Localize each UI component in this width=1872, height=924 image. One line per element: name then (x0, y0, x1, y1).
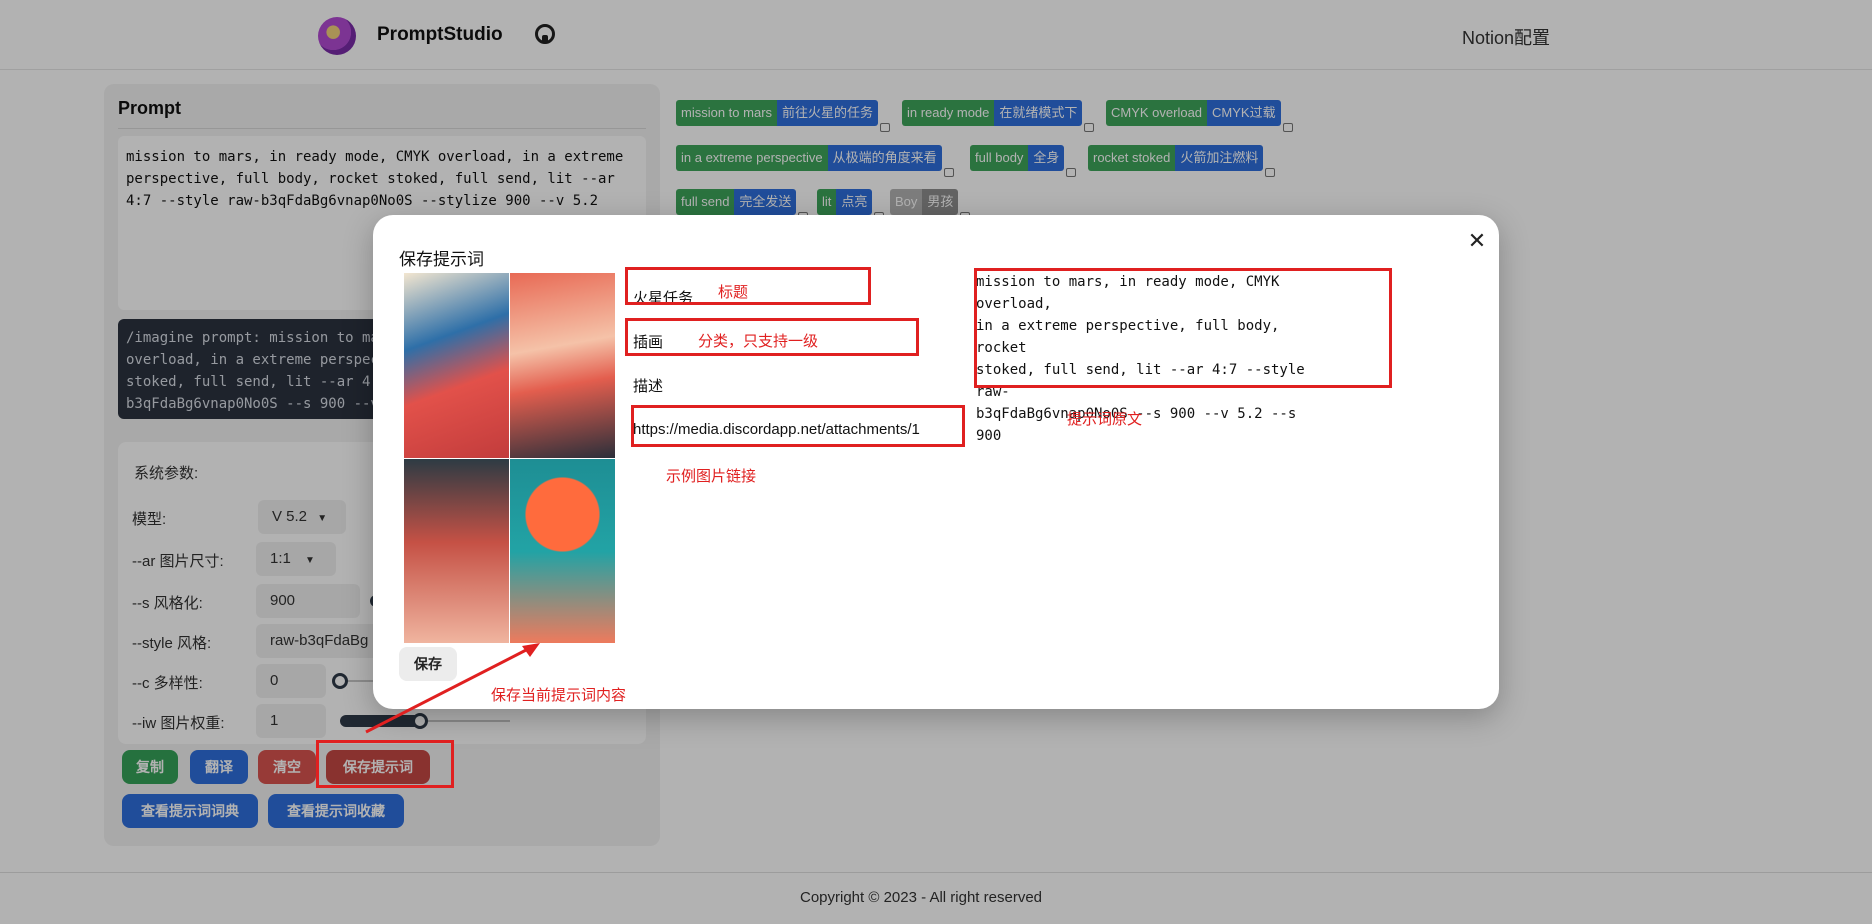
image-tile (404, 273, 509, 458)
description-label: 描述 (633, 378, 664, 395)
annotation-title: 标题 (718, 284, 749, 301)
annotation-box-image-link (631, 405, 965, 447)
image-tile (510, 273, 615, 458)
annotation-box-save-button (316, 740, 454, 788)
modal-save-button[interactable]: 保存 (399, 647, 457, 681)
modal-title: 保存提示词 (399, 250, 484, 269)
annotation-box-prompt (974, 268, 1392, 388)
annotation-save-current: 保存当前提示词内容 (491, 687, 627, 704)
close-icon[interactable]: ✕ (1465, 229, 1489, 253)
example-image (404, 273, 615, 643)
image-tile (510, 459, 615, 643)
annotation-image-link: 示例图片链接 (666, 468, 757, 485)
annotation-category: 分类，只支持一级 (698, 333, 819, 350)
annotation-prompt-original: 提示词原文 (1067, 411, 1143, 428)
image-tile (404, 459, 509, 643)
save-prompt-modal: 保存提示词 ✕ 保存 火星任务 插画 描述 https://media.disc… (373, 215, 1499, 709)
